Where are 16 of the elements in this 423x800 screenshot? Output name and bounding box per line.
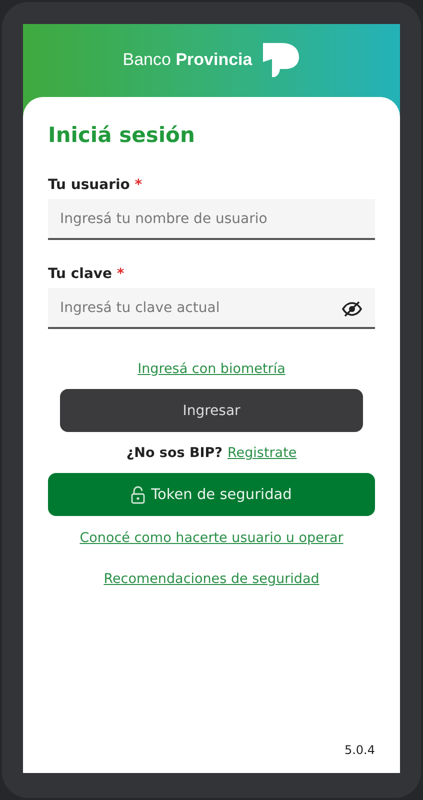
biometrics-link[interactable]: Ingresá con biometría: [138, 361, 286, 377]
register-link[interactable]: Registrate: [228, 445, 297, 461]
field-label: Tu clave *: [48, 266, 126, 282]
eye-slash-icon[interactable]: [341, 301, 363, 317]
input-field[interactable]: Ingresá tu clave actual: [48, 288, 375, 329]
version-number: 5.0.4: [344, 743, 375, 757]
input-field[interactable]: Ingresá tu nombre de usuario: [48, 199, 375, 240]
brand-name: Banco Provincia: [122, 50, 252, 70]
page-title: Iniciá sesión: [48, 123, 196, 147]
logo-icon: [260, 42, 300, 78]
token-button[interactable]: Token de seguridad: [48, 473, 375, 516]
info-link[interactable]: Recomendaciones de seguridad: [104, 571, 320, 587]
padlock-icon: [131, 486, 146, 504]
info-link[interactable]: Conocé como hacerte usuario u operar: [80, 530, 344, 546]
field-label: Tu usuario *: [48, 177, 144, 193]
register-question: ¿No sos BIP?: [126, 445, 223, 461]
